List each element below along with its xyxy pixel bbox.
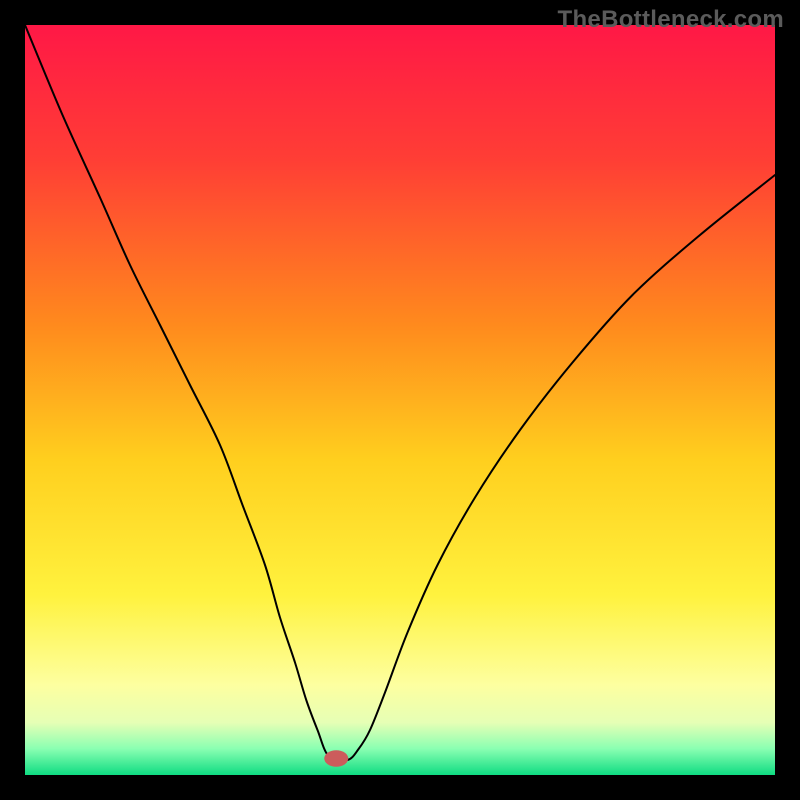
watermark-text: TheBottleneck.com: [558, 6, 784, 34]
chart-frame: TheBottleneck.com: [0, 0, 800, 800]
plot-area: [25, 25, 775, 775]
gradient-background: [25, 25, 775, 775]
optimum-marker: [324, 750, 348, 767]
bottleneck-chart: [25, 25, 775, 775]
